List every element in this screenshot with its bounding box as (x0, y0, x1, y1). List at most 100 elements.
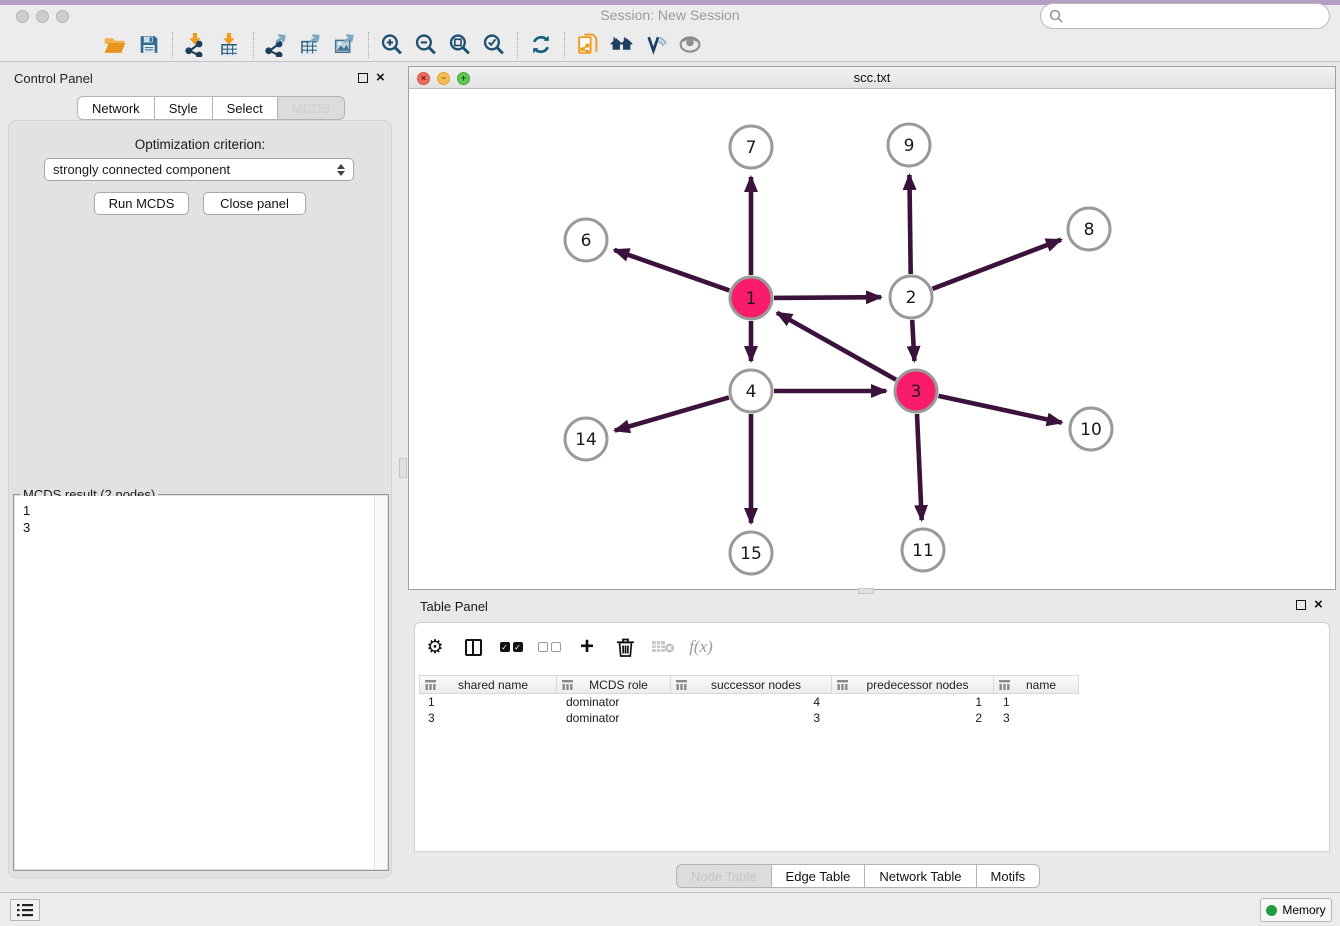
edge-1-2[interactable] (774, 297, 881, 298)
search-icon (1049, 9, 1064, 24)
network-window-titlebar[interactable]: × − + scc.txt (409, 67, 1335, 89)
vertical-splitter-handle[interactable] (399, 458, 407, 478)
cell-predecessor-nodes[interactable]: 2 (832, 710, 994, 726)
import-network-icon[interactable] (179, 30, 213, 60)
table-tab-edge-table[interactable]: Edge Table (772, 864, 866, 888)
node-8[interactable]: 8 (1068, 208, 1110, 250)
export-network-icon[interactable] (260, 30, 294, 60)
tab-select[interactable]: Select (213, 96, 278, 120)
node-9[interactable]: 9 (888, 124, 930, 166)
svg-text:3: 3 (911, 382, 922, 402)
horizontal-splitter-handle[interactable] (858, 588, 874, 594)
add-column-icon[interactable]: + (575, 634, 599, 660)
cell-predecessor-nodes[interactable]: 1 (832, 694, 994, 710)
network-graph-canvas[interactable]: 7 9 6 8 1 2 4 3 14 10 15 11 (409, 89, 1335, 589)
svg-text:7: 7 (746, 138, 757, 158)
column-header-name[interactable]: name (994, 675, 1079, 694)
run-mcds-button[interactable]: Run MCDS (94, 192, 189, 215)
close-panel-button[interactable]: Close panel (203, 192, 306, 215)
status-bar: Memory (0, 892, 1340, 926)
network-view-window: × − + scc.txt 7 9 6 8 1 2 4 3 14 10 15 11 (408, 66, 1336, 590)
node-4[interactable]: 4 (730, 370, 772, 412)
preview-eye-icon[interactable] (673, 30, 707, 60)
zoom-in-icon[interactable] (375, 30, 409, 60)
toolbar-separator (564, 32, 565, 58)
search-field[interactable] (1064, 9, 1314, 24)
node-7[interactable]: 7 (730, 126, 772, 168)
node-2[interactable]: 2 (890, 276, 932, 318)
mcds-result-node: 1 (23, 502, 387, 519)
mcds-result-area[interactable]: 13 (15, 496, 387, 869)
node-10[interactable]: 10 (1070, 408, 1112, 450)
node-1[interactable]: 1 (730, 277, 772, 319)
deselect-all-columns-icon[interactable] (537, 634, 561, 660)
edge-2-3[interactable] (912, 320, 914, 361)
main-toolbar (0, 28, 1340, 62)
edge-4-14[interactable] (615, 397, 729, 430)
svg-text:4: 4 (746, 382, 757, 402)
column-header-MCDS-role[interactable]: MCDS role (557, 675, 671, 694)
table-header-row: shared nameMCDS rolesuccessor nodesprede… (419, 675, 1325, 694)
export-table-icon[interactable] (294, 30, 328, 60)
search-input[interactable] (1040, 3, 1330, 29)
home-pair-icon[interactable] (605, 30, 639, 60)
table-row[interactable]: 1dominator411 (419, 694, 1325, 710)
cell-name[interactable]: 3 (994, 710, 1079, 726)
table-panel-tabs: Node TableEdge TableNetwork TableMotifs (676, 864, 1040, 888)
refresh-view-icon[interactable] (524, 30, 558, 60)
column-header-successor-nodes[interactable]: successor nodes (671, 675, 832, 694)
import-table-icon[interactable] (213, 30, 247, 60)
tab-style[interactable]: Style (155, 96, 213, 120)
table-tab-node-table[interactable]: Node Table (676, 864, 772, 888)
cell-successor-nodes[interactable]: 3 (671, 710, 832, 726)
zoom-selected-icon[interactable] (477, 30, 511, 60)
criterion-select[interactable]: strongly connected component (44, 158, 354, 181)
task-history-button[interactable] (10, 899, 40, 921)
node-15[interactable]: 15 (730, 532, 772, 574)
result-scrollbar[interactable] (374, 496, 387, 869)
control-panel-close-icon[interactable]: × (376, 73, 385, 83)
hide-analyzer-icon[interactable] (639, 30, 673, 60)
zoom-out-icon[interactable] (409, 30, 443, 60)
cell-shared-name[interactable]: 3 (419, 710, 557, 726)
edge-3-11[interactable] (917, 414, 922, 520)
column-header-shared-name[interactable]: shared name (419, 675, 557, 694)
zoom-fit-icon[interactable] (443, 30, 477, 60)
cell-name[interactable]: 1 (994, 694, 1079, 710)
node-11[interactable]: 11 (902, 529, 944, 571)
memory-button[interactable]: Memory (1260, 898, 1332, 922)
cell-MCDS-role[interactable]: dominator (557, 694, 671, 710)
cell-shared-name[interactable]: 1 (419, 694, 557, 710)
table-panel-close-icon[interactable]: × (1314, 600, 1323, 610)
node-table: shared nameMCDS rolesuccessor nodesprede… (419, 675, 1325, 726)
control-panel-float-icon[interactable] (358, 73, 368, 83)
export-image-icon[interactable] (328, 30, 362, 60)
edge-1-6[interactable] (614, 250, 729, 291)
edge-2-8[interactable] (933, 240, 1062, 289)
node-3[interactable]: 3 (895, 370, 937, 412)
column-header-predecessor-nodes[interactable]: predecessor nodes (832, 675, 994, 694)
copy-network-document-icon[interactable] (571, 30, 605, 60)
edge-2-9[interactable] (909, 175, 910, 274)
open-file-icon[interactable] (98, 30, 132, 60)
cell-MCDS-role[interactable]: dominator (557, 710, 671, 726)
delete-columns-icon[interactable] (613, 634, 637, 660)
table-row[interactable]: 3dominator323 (419, 710, 1325, 726)
save-session-icon[interactable] (132, 30, 166, 60)
edge-3-1[interactable] (777, 313, 896, 380)
node-14[interactable]: 14 (565, 418, 607, 460)
node-6[interactable]: 6 (565, 219, 607, 261)
table-settings-gear-icon[interactable]: ⚙ (423, 634, 447, 660)
show-columns-icon[interactable] (461, 634, 485, 660)
tab-mcds[interactable]: MCDS (278, 96, 345, 120)
select-all-columns-icon[interactable]: ✓✓ (499, 634, 523, 660)
memory-status-icon (1266, 905, 1277, 916)
cell-successor-nodes[interactable]: 4 (671, 694, 832, 710)
table-tab-motifs[interactable]: Motifs (977, 864, 1041, 888)
tab-network[interactable]: Network (77, 96, 155, 120)
delete-table-icon (651, 634, 675, 660)
table-panel-float-icon[interactable] (1296, 600, 1306, 610)
edge-3-10[interactable] (939, 396, 1062, 423)
table-tab-network-table[interactable]: Network Table (865, 864, 976, 888)
memory-label: Memory (1282, 903, 1325, 917)
